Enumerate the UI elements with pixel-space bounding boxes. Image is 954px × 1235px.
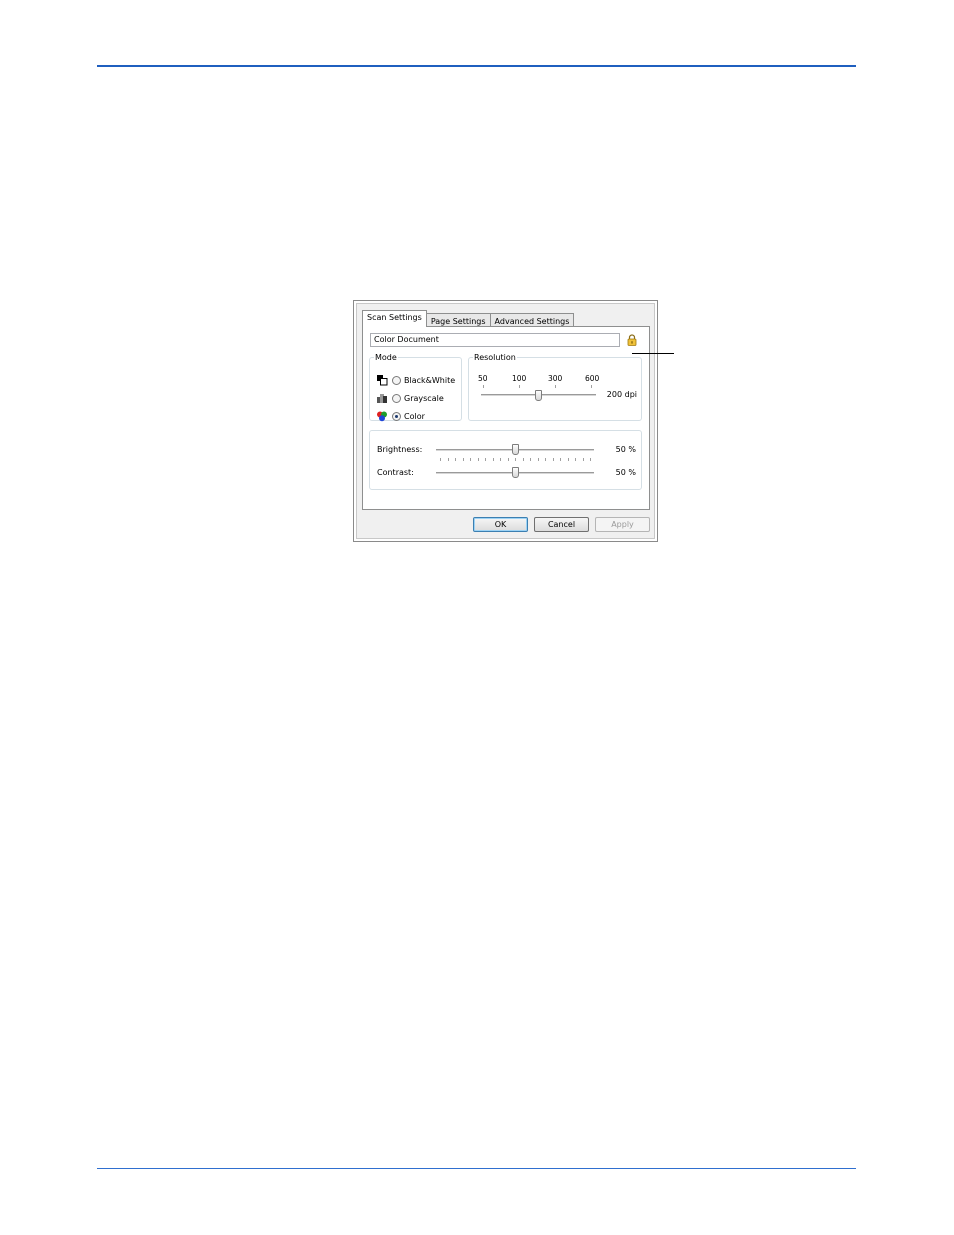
tab-advanced-settings[interactable]: Advanced Settings: [489, 313, 575, 327]
color-radio[interactable]: [392, 411, 401, 421]
scale-tickmark: [447, 458, 449, 461]
color-label: Color: [404, 411, 425, 421]
resolution-tickmark: [519, 385, 520, 388]
scale-tickmark: [440, 458, 441, 461]
footer-rule: [97, 1168, 856, 1169]
resolution-tickmark: [555, 385, 556, 388]
brightness-contrast-group: Brightness: 50 % Contrast: 50 %: [369, 430, 642, 490]
tab-scan-settings[interactable]: Scan Settings: [362, 310, 427, 327]
scale-tickmark: [500, 458, 501, 461]
color-mode-icon: [377, 411, 387, 422]
mode-legend: Mode: [375, 353, 397, 362]
scale-tickmark: [477, 458, 479, 461]
scale-tickmark: [575, 458, 576, 461]
scale-tickmark: [492, 458, 494, 461]
profile-name-field[interactable]: Color Document: [370, 333, 620, 347]
brightness-label: Brightness:: [377, 445, 423, 454]
mode-option-black-white[interactable]: Black&White: [376, 374, 455, 386]
ok-button[interactable]: OK: [473, 517, 528, 532]
scale-tickmark: [590, 458, 591, 461]
scale-tickmark: [515, 458, 516, 461]
mode-group: Mode Black&White Grayscale Color: [369, 353, 462, 422]
resolution-tick-label: 50: [478, 374, 488, 383]
scale-tickmark: [455, 458, 456, 461]
contrast-label: Contrast:: [377, 468, 414, 477]
scale-tickmark: [462, 458, 464, 461]
black-white-radio[interactable]: [392, 375, 401, 385]
scale-tickmark: [485, 458, 486, 461]
scale-tickmark: [470, 458, 471, 461]
resolution-tickmark: [591, 385, 592, 388]
lock-icon[interactable]: [627, 334, 637, 346]
cancel-button[interactable]: Cancel: [534, 517, 589, 532]
scale-tickmark: [507, 458, 509, 461]
brightness-value: 50 %: [615, 445, 636, 454]
resolution-tickmark: [483, 385, 484, 388]
scale-tickmark: [567, 458, 569, 461]
resolution-tick-label: 100: [512, 374, 527, 383]
header-rule: [97, 65, 856, 67]
callout-line: [632, 353, 674, 354]
black-white-label: Black&White: [404, 375, 456, 385]
apply-button[interactable]: Apply: [595, 517, 650, 532]
resolution-tick-label: 300: [548, 374, 563, 383]
tab-page-settings[interactable]: Page Settings: [425, 313, 491, 327]
resolution-slider-thumb[interactable]: [535, 390, 542, 401]
scanner-settings-dialog: Scan Settings Page Settings Advanced Set…: [353, 300, 658, 542]
mode-option-grayscale[interactable]: Grayscale: [376, 392, 444, 404]
grayscale-radio[interactable]: [392, 393, 401, 403]
resolution-tick-label: 600: [585, 374, 600, 383]
scale-tickmark: [530, 458, 531, 461]
scale-tickmark: [537, 458, 539, 461]
resolution-group: Resolution 50 100 300 600 200 dpi: [468, 353, 642, 421]
contrast-slider-thumb[interactable]: [511, 467, 519, 478]
contrast-value: 50 %: [615, 468, 636, 477]
resolution-value: 200 dpi: [606, 390, 637, 399]
brightness-slider-thumb[interactable]: [511, 444, 519, 455]
scan-settings-panel: Color Document Mode Black&White Grayscal…: [362, 326, 650, 510]
resolution-legend: Resolution: [474, 353, 516, 362]
scale-tickmark: [582, 458, 584, 461]
black-white-mode-icon: [377, 375, 388, 386]
grayscale-mode-icon: [377, 394, 387, 403]
scale-tickmark: [545, 458, 546, 461]
scale-tickmark: [552, 458, 554, 461]
scale-tickmark: [522, 458, 524, 461]
grayscale-label: Grayscale: [404, 393, 444, 403]
tab-strip: Scan Settings Page Settings Advanced Set…: [362, 310, 575, 327]
mode-option-color[interactable]: Color: [376, 410, 425, 422]
scale-tickmark: [560, 458, 561, 461]
